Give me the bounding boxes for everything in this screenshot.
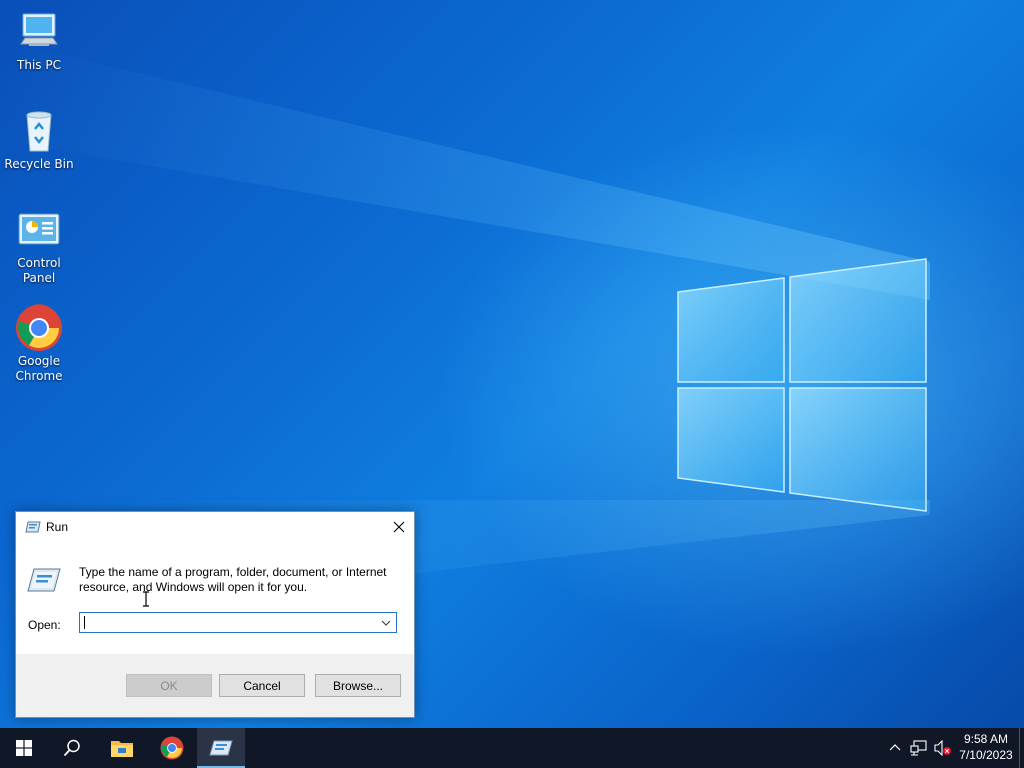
taskbar-chrome[interactable] <box>148 728 196 768</box>
chrome-icon <box>160 736 184 760</box>
search-button[interactable] <box>48 728 96 768</box>
show-hidden-icons-button[interactable] <box>884 728 906 768</box>
start-button[interactable] <box>0 728 48 768</box>
chrome-icon <box>16 304 62 351</box>
clock-date: 7/10/2023 <box>959 748 1013 762</box>
text-caret <box>84 616 85 629</box>
desktop-icon-label-line2: Chrome <box>15 369 63 383</box>
dialog-title: Run <box>46 520 69 534</box>
taskbar-clock[interactable]: 9:58 AM 7/10/2023 <box>955 731 1017 763</box>
run-program-icon <box>27 568 61 592</box>
run-icon <box>25 521 41 533</box>
desktop-icon-label: Control Panel <box>17 256 61 285</box>
run-dialog: Run Type the name of a program, folder, … <box>15 511 415 718</box>
desktop-icon-recycle-bin[interactable]: Recycle Bin <box>0 107 78 172</box>
volume-button[interactable] <box>931 728 955 768</box>
clock-time: 9:58 AM <box>963 732 1009 746</box>
desktop-icon-label: Recycle Bin <box>4 157 74 171</box>
file-explorer-icon <box>111 741 133 757</box>
close-icon <box>393 521 405 533</box>
desktop-icon-control-panel[interactable]: Control Panel <box>0 206 78 286</box>
recycle-bin-icon <box>26 111 52 152</box>
control-panel-icon <box>18 213 60 245</box>
network-button[interactable] <box>907 728 931 768</box>
run-dialog-footer: OK Cancel Browse... <box>16 654 414 717</box>
ok-button[interactable]: OK <box>126 674 212 697</box>
desktop-icon-this-pc[interactable]: This PC <box>0 8 78 73</box>
desktop-icon-label-line1: Google <box>17 354 61 368</box>
windows-logo <box>677 258 927 512</box>
volume-muted-icon <box>934 740 951 756</box>
open-combobox[interactable] <box>79 612 397 633</box>
cancel-button[interactable]: Cancel <box>219 674 305 697</box>
network-icon <box>910 740 927 756</box>
run-icon <box>209 740 233 756</box>
chevron-up-icon <box>889 744 901 751</box>
run-description: Type the name of a program, folder, docu… <box>79 565 387 594</box>
run-dialog-body: Type the name of a program, folder, docu… <box>16 542 414 654</box>
desktop-icon-google-chrome[interactable]: Google Chrome <box>0 304 78 384</box>
this-pc-icon <box>20 13 58 46</box>
start-icon <box>16 740 32 756</box>
search-icon <box>63 739 80 757</box>
open-label: Open: <box>28 618 61 632</box>
close-button[interactable] <box>384 512 414 542</box>
ibeam-cursor-icon <box>143 591 149 607</box>
show-desktop-button[interactable] <box>1019 728 1024 768</box>
run-dialog-titlebar[interactable]: Run <box>16 512 414 542</box>
taskbar: 9:58 AM 7/10/2023 <box>0 728 1024 768</box>
taskbar-file-explorer[interactable] <box>98 728 146 768</box>
taskbar-run[interactable] <box>197 728 245 768</box>
browse-button[interactable]: Browse... <box>315 674 401 697</box>
chevron-down-icon[interactable] <box>380 617 392 629</box>
desktop-icon-label: This PC <box>17 58 61 72</box>
